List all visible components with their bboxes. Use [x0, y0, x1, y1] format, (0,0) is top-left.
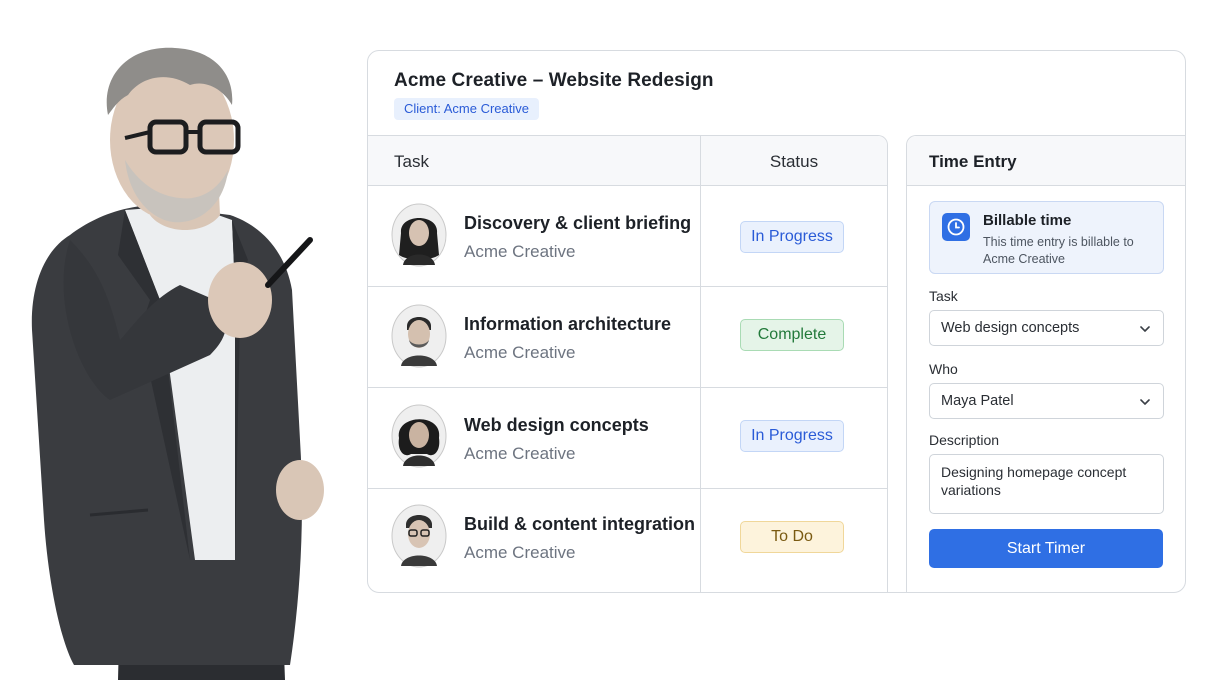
time-entry-panel: Time Entry Billable time This time entry… — [906, 135, 1185, 592]
task-name: Discovery & client briefing — [464, 213, 692, 233]
time-entry-header: Time Entry — [907, 136, 1185, 186]
client-chip[interactable]: Client: Acme Creative — [394, 98, 539, 120]
chevron-down-icon — [1140, 399, 1150, 405]
who-field-label: Who — [929, 361, 958, 377]
time-entry-title: Time Entry — [929, 152, 1017, 171]
task-table: Task Status Discovery & client briefing … — [368, 135, 888, 592]
description-textarea[interactable]: Designing homepage concept variations — [929, 454, 1164, 514]
project-header: Acme Creative – Website Redesign Client:… — [368, 51, 1185, 136]
avatar — [391, 404, 447, 468]
task-name: Web design concepts — [464, 415, 649, 435]
avatar — [391, 504, 447, 568]
task-name: Build & content integration — [464, 514, 695, 534]
status-badge[interactable]: Complete — [740, 319, 844, 351]
task-client: Acme Creative — [464, 543, 576, 562]
column-header-status[interactable]: Status — [701, 152, 887, 172]
task-client: Acme Creative — [464, 242, 576, 261]
table-header: Task Status — [368, 136, 887, 186]
presenter-illustration — [31, 47, 324, 680]
project-title: Acme Creative – Website Redesign — [394, 70, 714, 91]
clock-icon — [942, 213, 970, 241]
task-select-value: Web design concepts — [941, 320, 1080, 336]
task-name: Information architecture — [464, 314, 672, 334]
status-badge[interactable]: In Progress — [740, 221, 844, 253]
description-field-label: Description — [929, 432, 1000, 448]
task-field-label: Task — [929, 288, 958, 304]
avatar — [391, 203, 447, 267]
task-client: Acme Creative — [464, 343, 576, 362]
chevron-down-icon — [1140, 326, 1150, 332]
who-select[interactable]: Maya Patel — [929, 383, 1164, 419]
who-select-value: Maya Patel — [941, 393, 1014, 409]
billable-title: Billable time — [983, 212, 1072, 229]
status-badge[interactable]: In Progress — [740, 420, 844, 452]
table-row[interactable]: Build & content integration Acme Creativ… — [368, 489, 887, 590]
status-badge[interactable]: To Do — [740, 521, 844, 553]
project-card: Acme Creative – Website Redesign Client:… — [367, 50, 1186, 593]
table-row[interactable]: Discovery & client briefing Acme Creativ… — [368, 186, 887, 287]
billable-description: This time entry is billable to Acme Crea… — [983, 235, 1134, 266]
table-row[interactable]: Information architecture Acme Creative C… — [368, 287, 887, 388]
column-header-task[interactable]: Task — [394, 152, 429, 172]
start-timer-button[interactable]: Start Timer — [929, 529, 1163, 568]
task-select[interactable]: Web design concepts — [929, 310, 1164, 346]
avatar — [391, 304, 447, 368]
billable-notice: Billable time This time entry is billabl… — [929, 201, 1164, 274]
table-row[interactable]: Web design concepts Acme Creative In Pro… — [368, 388, 887, 489]
task-client: Acme Creative — [464, 444, 576, 463]
